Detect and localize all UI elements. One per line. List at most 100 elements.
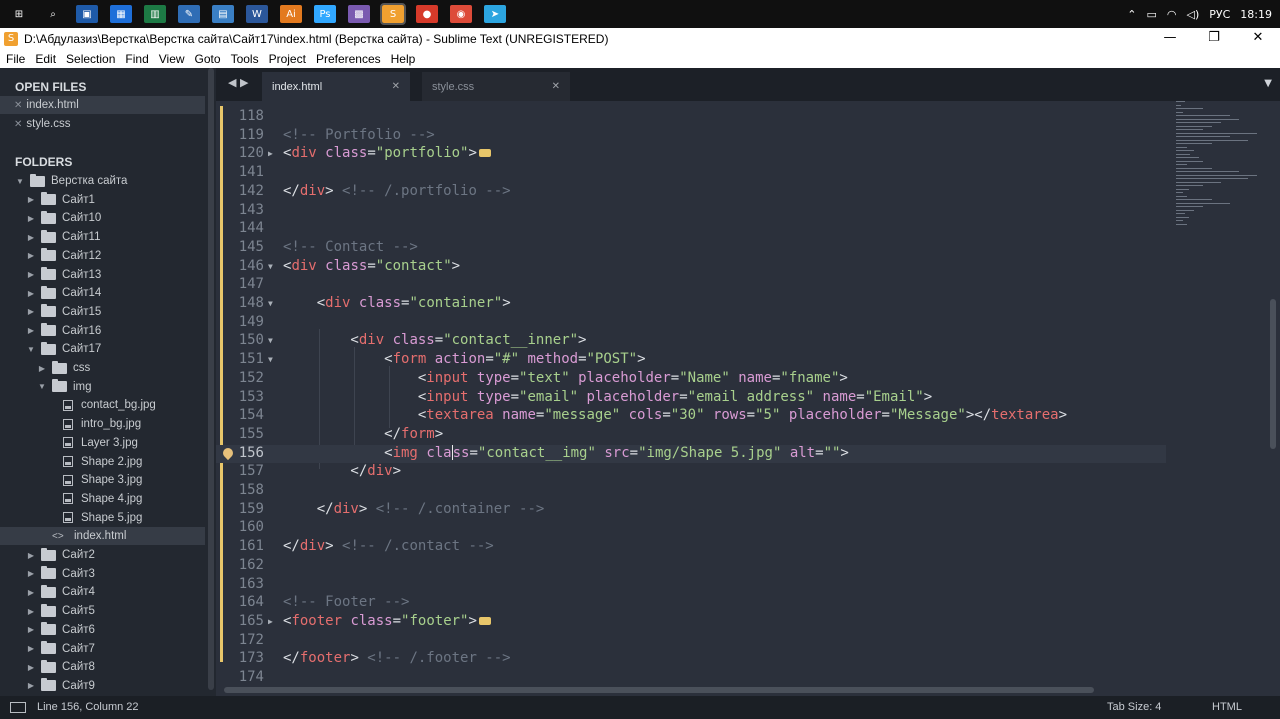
fold-closed-icon[interactable]: ▶ — [268, 149, 278, 158]
folder-item[interactable]: ▶ Сайт3 — [0, 565, 205, 583]
folder-item[interactable]: ▶ Сайт15 — [0, 303, 205, 321]
code-line[interactable]: 172 — [216, 632, 1166, 651]
code-line[interactable]: 162 — [216, 557, 1166, 576]
code-line[interactable]: 164 <!-- Footer --> — [216, 594, 1166, 613]
app-store-icon[interactable]: ▦ — [110, 5, 132, 23]
tray-chevron-icon[interactable]: ⌃ — [1127, 8, 1136, 21]
open-file-item[interactable]: ✕ style.css — [0, 115, 205, 133]
windows-start-icon[interactable]: ⊞ — [8, 5, 30, 23]
chevron-right-icon[interactable]: ▶ — [36, 364, 48, 373]
folder-item[interactable]: ▶ Сайт11 — [0, 228, 205, 246]
chevron-right-icon[interactable]: ▶ — [25, 270, 37, 279]
folder-item[interactable]: ▶ Сайт5 — [0, 602, 205, 620]
app-illustrator-icon[interactable]: Ai — [280, 5, 302, 23]
chevron-down-icon[interactable]: ▼ — [14, 177, 26, 186]
app-chrome-icon[interactable]: ◉ — [450, 5, 472, 23]
file-item[interactable]: contact_bg.jpg — [0, 396, 205, 414]
chevron-right-icon[interactable]: ▶ — [25, 251, 37, 260]
folder-item[interactable]: ▶ Сайт1 — [0, 191, 205, 209]
code-line[interactable]: 156 <img class="contact__img" src="img/S… — [216, 444, 1166, 464]
file-item[interactable]: Shape 3.jpg — [0, 471, 205, 489]
tab-index-html[interactable]: index.html ✕ — [262, 72, 410, 101]
menu-preferences[interactable]: Preferences — [311, 52, 386, 66]
file-item[interactable]: intro_bg.jpg — [0, 415, 205, 433]
menu-help[interactable]: Help — [386, 52, 421, 66]
app-excel-icon[interactable]: ▥ — [144, 5, 166, 23]
file-item[interactable]: Layer 3.jpg — [0, 434, 205, 452]
fold-open-icon[interactable]: ▼ — [268, 262, 278, 271]
code-line[interactable]: 154 <textarea name="message" cols="30" r… — [216, 407, 1166, 426]
menu-find[interactable]: Find — [120, 52, 153, 66]
code-line[interactable]: 142 </div> <!-- /.portfolio --> — [216, 183, 1166, 202]
app-media-icon[interactable]: ▩ — [348, 5, 370, 23]
folder-item[interactable]: ▶ Сайт2 — [0, 546, 205, 564]
file-item[interactable]: <> index.html — [0, 527, 205, 546]
code-line[interactable]: 145 <!-- Contact --> — [216, 239, 1166, 258]
folder-item[interactable]: ▶ css — [0, 359, 205, 377]
tab-nav-arrows[interactable]: ◀ ▶ — [228, 76, 248, 89]
folder-item[interactable]: ▶ Сайт16 — [0, 322, 205, 340]
chevron-right-icon[interactable]: ▶ — [25, 663, 37, 672]
close-icon[interactable]: ✕ — [392, 81, 400, 92]
folded-region-icon[interactable] — [478, 616, 491, 625]
chevron-right-icon[interactable]: ▶ — [25, 233, 37, 242]
app-sublime-icon[interactable]: S — [380, 3, 406, 25]
chevron-right-icon[interactable]: ▶ — [25, 625, 37, 634]
close-window-button[interactable]: ✕ — [1236, 28, 1280, 49]
close-icon[interactable]: ✕ — [14, 119, 22, 130]
network-icon[interactable]: ▭ — [1146, 8, 1156, 21]
close-icon[interactable]: ✕ — [14, 100, 22, 111]
folder-item[interactable]: ▼ img — [0, 378, 205, 396]
code-line[interactable]: 160 — [216, 519, 1166, 538]
language-indicator[interactable]: РУС — [1209, 8, 1230, 21]
folder-item[interactable]: ▼ Сайт17 — [0, 340, 205, 358]
folder-item[interactable]: ▶ Сайт14 — [0, 284, 205, 302]
code-line[interactable]: 157 </div> — [216, 463, 1166, 482]
chevron-right-icon[interactable]: ▶ — [25, 214, 37, 223]
app-notes-icon[interactable]: ✎ — [178, 5, 200, 23]
code-line[interactable]: 118 — [216, 108, 1166, 127]
folder-item[interactable]: ▶ Сайт4 — [0, 583, 205, 601]
fold-closed-icon[interactable]: ▶ — [268, 617, 278, 626]
chevron-right-icon[interactable]: ▶ — [25, 195, 37, 204]
folder-item[interactable]: ▶ Сайт13 — [0, 266, 205, 284]
menu-selection[interactable]: Selection — [61, 52, 120, 66]
file-item[interactable]: Shape 4.jpg — [0, 490, 205, 508]
menu-edit[interactable]: Edit — [30, 52, 61, 66]
code-line[interactable]: 141 — [216, 164, 1166, 183]
code-line[interactable]: 143 — [216, 202, 1166, 221]
chevron-right-icon[interactable]: ▶ — [25, 607, 37, 616]
app-save-icon[interactable]: ▣ — [76, 5, 98, 23]
app-flag-icon[interactable]: ● — [416, 5, 438, 23]
file-item[interactable]: Shape 2.jpg — [0, 453, 205, 471]
folder-item[interactable]: ▶ Сайт8 — [0, 658, 205, 676]
menu-view[interactable]: View — [154, 52, 190, 66]
code-line[interactable]: 165 ▶ <footer class="footer"> — [216, 613, 1166, 632]
code-line[interactable]: 158 — [216, 482, 1166, 501]
menu-tools[interactable]: Tools — [226, 52, 264, 66]
code-line[interactable]: 119 <!-- Portfolio --> — [216, 127, 1166, 146]
folder-item[interactable]: ▶ Сайт10 — [0, 209, 205, 227]
tab-size[interactable]: Tab Size: 4 — [1107, 701, 1161, 713]
app-chart-icon[interactable]: ▤ — [212, 5, 234, 23]
search-icon[interactable]: ⌕ — [42, 5, 64, 23]
chevron-right-icon[interactable]: ▶ — [25, 681, 37, 690]
code-line[interactable]: 149 — [216, 314, 1166, 333]
code-line[interactable]: 151 ▼ <form action="#" method="POST"> — [216, 351, 1166, 370]
chevron-right-icon[interactable]: ▶ — [25, 569, 37, 578]
panel-toggle-icon[interactable] — [10, 702, 26, 713]
folder-item[interactable]: ▶ Сайт9 — [0, 677, 205, 695]
volume-icon[interactable]: ◁) — [1187, 8, 1200, 21]
clock[interactable]: 18:19 — [1240, 8, 1272, 21]
code-line[interactable]: 147 — [216, 276, 1166, 295]
sidebar-scrollbar[interactable] — [208, 68, 214, 690]
code-line[interactable]: 155 </form> — [216, 426, 1166, 445]
vertical-scrollbar[interactable] — [1270, 299, 1276, 449]
menu-file[interactable]: File — [0, 52, 30, 66]
code-line[interactable]: 152 <input type="text" placeholder="Name… — [216, 370, 1166, 389]
code-line[interactable]: 174 — [216, 669, 1166, 681]
app-photoshop-icon[interactable]: Ps — [314, 5, 336, 23]
chevron-right-icon[interactable]: ▶ — [25, 307, 37, 316]
code-line[interactable]: 120 ▶ <div class="portfolio"> — [216, 145, 1166, 164]
file-item[interactable]: Shape 5.jpg — [0, 509, 205, 527]
